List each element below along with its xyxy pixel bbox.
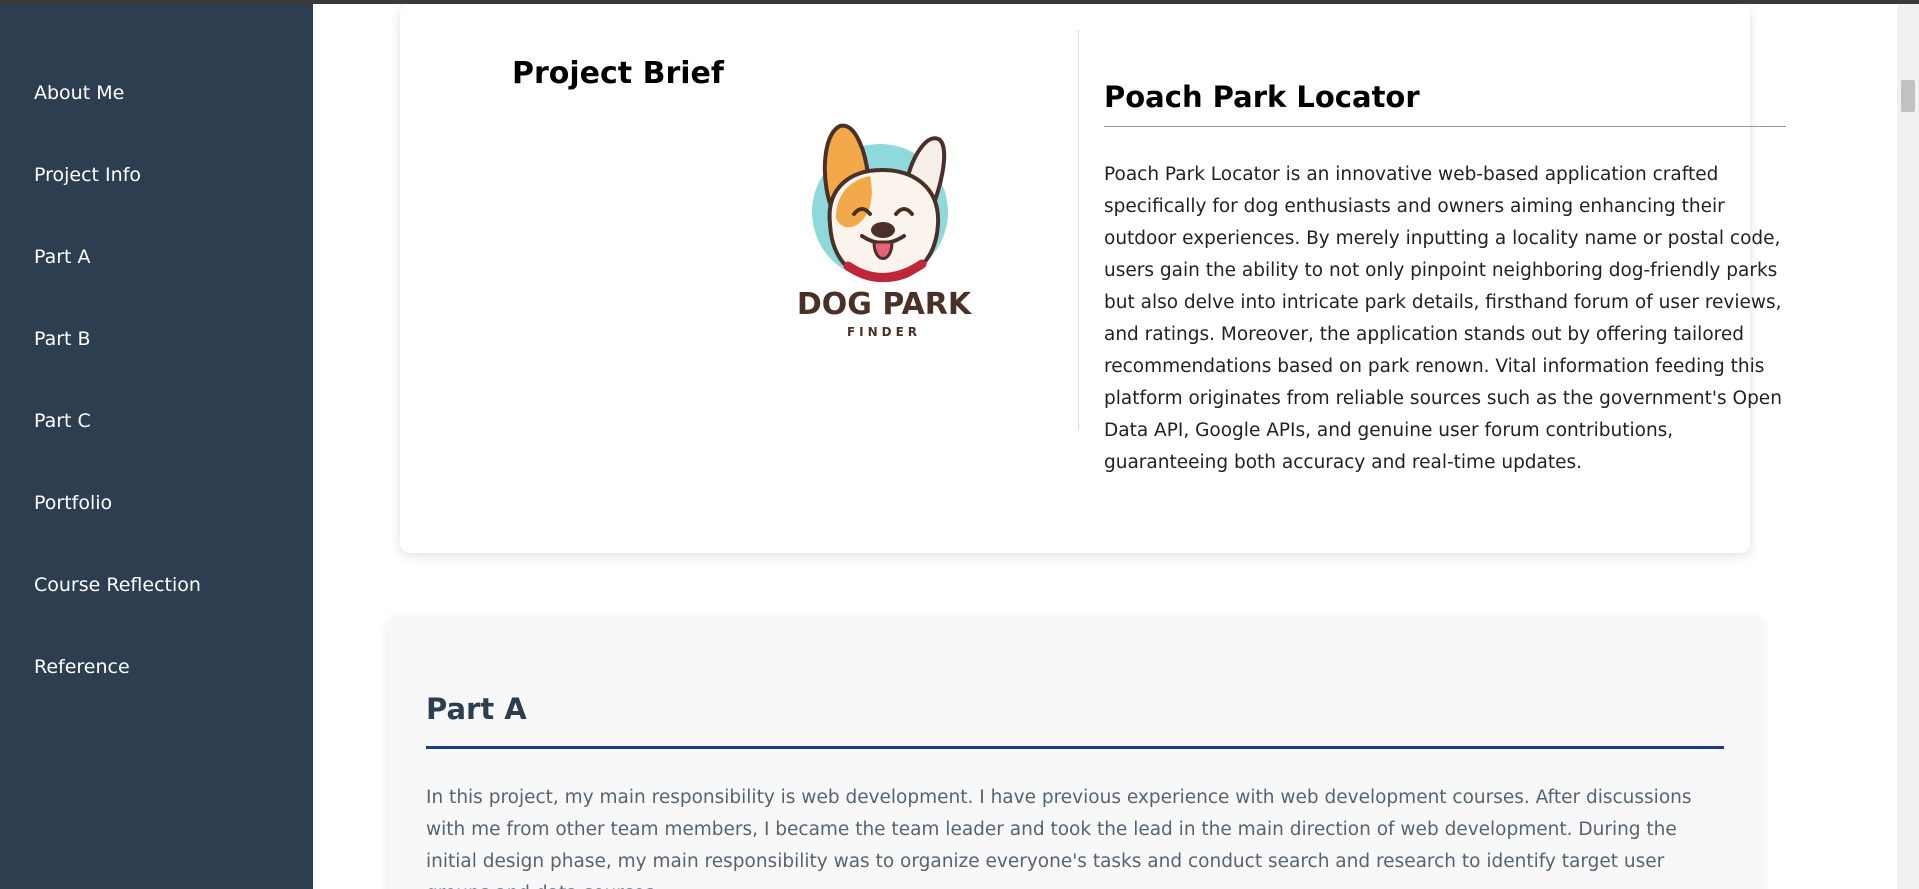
sidebar-item-about-me[interactable]: About Me: [0, 78, 313, 160]
sidebar-item-part-c[interactable]: Part C: [0, 406, 313, 488]
sidebar-item-part-a[interactable]: Part A: [0, 242, 313, 324]
sidebar-nav: About Me Project Info Part A Part B Part…: [0, 4, 313, 734]
sidebar-item-reference[interactable]: Reference: [0, 652, 313, 734]
sidebar-item-portfolio[interactable]: Portfolio: [0, 488, 313, 570]
project-brief-heading: Project Brief: [512, 56, 724, 91]
project-brief-card: Project Brief DOG PARK FINDER Poach Park…: [400, 4, 1786, 553]
sidebar-item-course-reflection[interactable]: Course Reflection: [0, 570, 313, 652]
logo-subtitle-text: FINDER: [847, 325, 921, 339]
vertical-scrollbar[interactable]: [1897, 4, 1919, 889]
project-title: Poach Park Locator: [1104, 80, 1786, 127]
project-description: Poach Park Locator is an innovative web-…: [1104, 164, 1782, 473]
part-a-heading: Part A: [426, 692, 1724, 749]
part-a-text: In this project, my main responsibility …: [426, 787, 1692, 889]
column-divider: [1078, 30, 1079, 430]
part-a-section: Part A In this project, my main responsi…: [386, 616, 1764, 889]
sidebar: About Me Project Info Part A Part B Part…: [0, 4, 313, 889]
bulldog-logo-icon: DOG PARK FINDER: [797, 123, 973, 339]
sidebar-item-project-info[interactable]: Project Info: [0, 160, 313, 242]
main-content: Project Brief DOG PARK FINDER Poach Park…: [313, 4, 1897, 889]
sidebar-item-part-b[interactable]: Part B: [0, 324, 313, 406]
dog-park-finder-logo: DOG PARK FINDER: [790, 114, 980, 344]
scrollbar-thumb[interactable]: [1901, 80, 1915, 112]
logo-title-text: DOG PARK: [797, 287, 973, 322]
